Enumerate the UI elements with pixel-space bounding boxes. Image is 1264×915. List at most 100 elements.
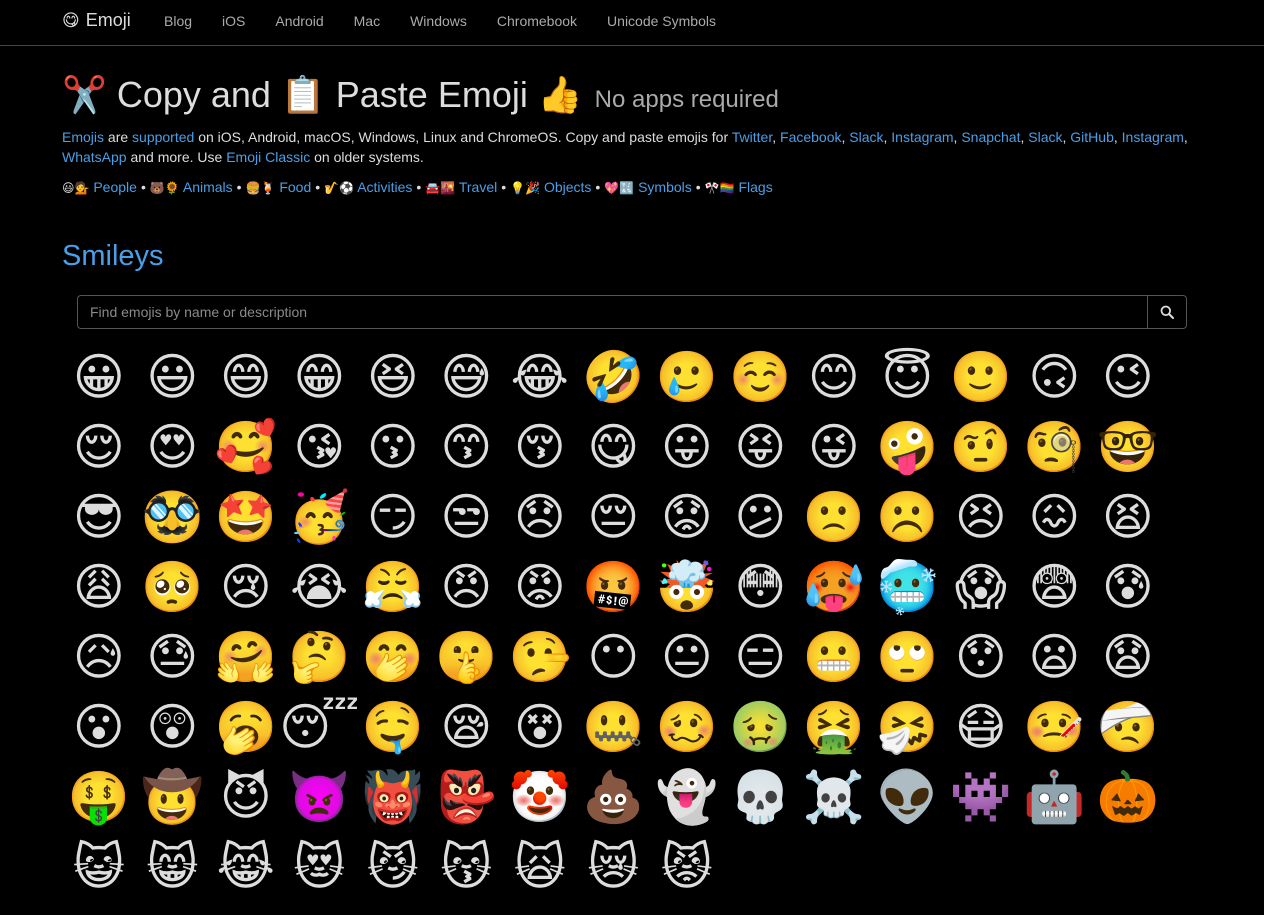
emoji-button[interactable]: 🤭 [356,622,430,692]
emoji-button[interactable]: 😞 [503,482,577,552]
emoji-button[interactable]: 👹 [356,762,430,832]
emoji-button[interactable]: 😁 [283,342,357,412]
emoji-button[interactable]: 👿 [283,762,357,832]
emoji-button[interactable]: 🤓 [1091,412,1165,482]
emoji-button[interactable]: 👽 [871,762,945,832]
emoji-button[interactable]: 🤪 [871,412,945,482]
emoji-button[interactable]: 😓 [136,622,210,692]
emoji-button[interactable]: 😆 [356,342,430,412]
emoji-button[interactable]: 😳 [724,552,798,622]
intro-link[interactable]: Slack [849,129,883,145]
emoji-button[interactable]: 😱 [944,552,1018,622]
emoji-button[interactable]: 😻 [283,832,357,902]
emoji-button[interactable]: ☺️ [724,342,798,412]
emoji-button[interactable]: 🤬 [577,552,651,622]
emoji-button[interactable]: 😂 [503,342,577,412]
emoji-button[interactable]: 🙄 [871,622,945,692]
intro-link[interactable]: Emoji Classic [226,149,310,165]
category-link-food[interactable]: Food [279,179,311,195]
emoji-button[interactable]: 😅 [430,342,504,412]
emoji-button[interactable]: 😡 [503,552,577,622]
emoji-button[interactable]: 😚 [503,412,577,482]
emoji-button[interactable]: 😔 [577,482,651,552]
brand-link[interactable]: 😋 Emoji [62,10,131,31]
emoji-button[interactable]: 😰 [1091,552,1165,622]
emoji-button[interactable]: 🥶 [871,552,945,622]
emoji-button[interactable]: 🤮 [797,692,871,762]
emoji-button[interactable]: 😪 [430,692,504,762]
emoji-button[interactable]: 🤕 [1091,692,1165,762]
emoji-button[interactable]: 😾 [650,832,724,902]
emoji-button[interactable]: 😭 [283,552,357,622]
emoji-button[interactable]: 😯 [944,622,1018,692]
emoji-button[interactable]: 🤑 [62,762,136,832]
nav-link-blog[interactable]: Blog [164,13,192,29]
intro-link[interactable]: Facebook [780,129,841,145]
emoji-button[interactable]: 😴 [279,692,359,762]
intro-link[interactable]: Snapchat [961,129,1020,145]
emoji-button[interactable]: 😷 [944,692,1018,762]
emoji-button[interactable]: 🎃 [1091,762,1165,832]
emoji-button[interactable]: 🥳 [283,482,357,552]
category-link-flags[interactable]: Flags [738,179,772,195]
category-link-travel[interactable]: Travel [459,179,497,195]
emoji-button[interactable]: 🤣 [577,342,651,412]
nav-link-ios[interactable]: iOS [222,13,245,29]
emoji-button[interactable]: 🥸 [136,482,210,552]
emoji-button[interactable]: 🤔 [283,622,357,692]
emoji-button[interactable]: 😥 [62,622,136,692]
emoji-button[interactable]: 🤯 [650,552,724,622]
category-link-objects[interactable]: Objects [544,179,591,195]
emoji-button[interactable]: 😍 [136,412,210,482]
emoji-button[interactable]: 😹 [209,832,283,902]
emoji-button[interactable]: 😲 [136,692,210,762]
emoji-button[interactable]: 😐 [650,622,724,692]
emoji-button[interactable]: 🤥 [503,622,577,692]
emoji-button[interactable]: 🤒 [1018,692,1092,762]
emoji-button[interactable]: 👻 [650,762,724,832]
intro-link[interactable]: Emojis [62,129,104,145]
emoji-button[interactable]: 🙃 [1018,342,1092,412]
emoji-button[interactable]: 🤩 [209,482,283,552]
emoji-button[interactable]: 😸 [136,832,210,902]
emoji-button[interactable]: 🤠 [136,762,210,832]
emoji-button[interactable]: 😛 [650,412,724,482]
emoji-button[interactable]: 🤧 [871,692,945,762]
emoji-button[interactable]: 😧 [1091,622,1165,692]
emoji-button[interactable]: 😇 [871,342,945,412]
nav-link-unicode-symbols[interactable]: Unicode Symbols [607,13,716,29]
emoji-button[interactable]: 👾 [944,762,1018,832]
emoji-button[interactable]: 😒 [430,482,504,552]
emoji-button[interactable]: 😌 [62,412,136,482]
emoji-button[interactable]: 😦 [1018,622,1092,692]
category-link-activities[interactable]: Activities [357,179,412,195]
emoji-button[interactable]: 💩 [577,762,651,832]
emoji-button[interactable]: ☠️ [797,762,871,832]
emoji-button[interactable]: 🥵 [797,552,871,622]
emoji-button[interactable]: 😩 [62,552,136,622]
emoji-button[interactable]: 🤐 [577,692,651,762]
intro-link[interactable]: Instagram [891,129,953,145]
emoji-button[interactable]: 😋 [577,412,651,482]
emoji-button[interactable]: 😈 [209,762,283,832]
emoji-button[interactable]: 🤗 [209,622,283,692]
nav-link-chromebook[interactable]: Chromebook [497,13,577,29]
emoji-button[interactable]: 🤤 [356,692,430,762]
emoji-button[interactable]: 😵 [503,692,577,762]
nav-link-mac[interactable]: Mac [354,13,380,29]
emoji-button[interactable]: 😕 [724,482,798,552]
intro-link[interactable]: Instagram [1122,129,1184,145]
emoji-button[interactable]: 😮 [62,692,136,762]
intro-link[interactable]: supported [132,129,194,145]
emoji-button[interactable]: 😝 [724,412,798,482]
emoji-button[interactable]: 🤢 [724,692,798,762]
emoji-button[interactable]: 🥺 [136,552,210,622]
emoji-button[interactable]: 👺 [430,762,504,832]
emoji-button[interactable]: 😫 [1091,482,1165,552]
emoji-button[interactable]: 😤 [356,552,430,622]
emoji-button[interactable]: 😊 [797,342,871,412]
category-link-symbols[interactable]: Symbols [638,179,692,195]
emoji-button[interactable]: 🧐 [1018,412,1092,482]
emoji-button[interactable]: 😽 [430,832,504,902]
emoji-button[interactable]: 😿 [577,832,651,902]
